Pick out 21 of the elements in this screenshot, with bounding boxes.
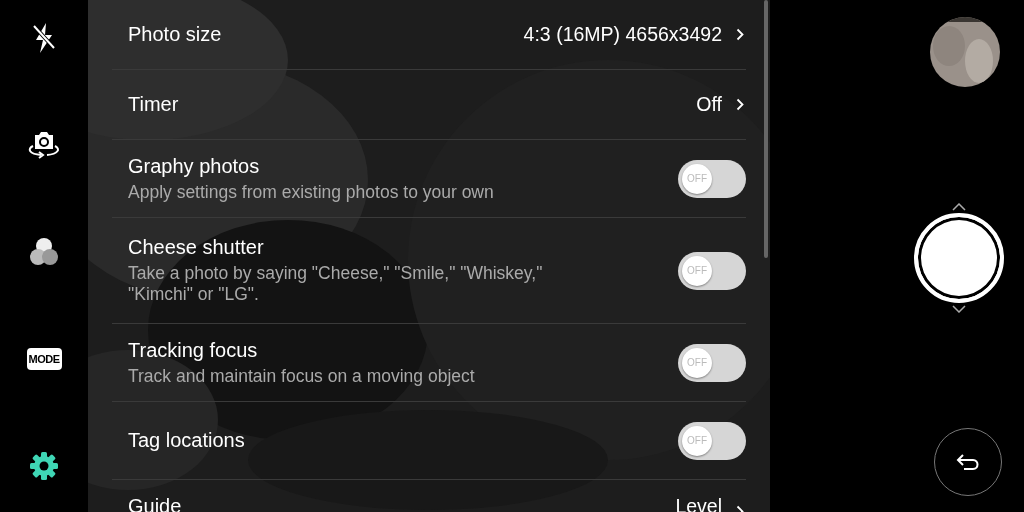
setting-title: Cheese shutter [128,236,265,259]
setting-title: Tag locations [128,429,246,452]
flash-off-icon[interactable] [31,22,57,54]
chevron-down-icon [952,305,966,313]
chevron-right-icon[interactable] [736,98,744,111]
chevron-right-icon[interactable] [736,28,744,41]
chevron-up-icon [952,203,966,211]
setting-description: Take a photo by saying "Cheese," "Smile," "Whiskey," "Kimchi" or "LG". [128,263,544,305]
setting-title: Timer [128,93,180,116]
setting-description: Apply settings from existing photos to your own [128,181,495,203]
settings-icon[interactable] [29,451,59,481]
setting-value[interactable]: Off [696,93,722,116]
mode-button[interactable]: MODE [26,348,62,370]
setting-title: Graphy photos [128,154,261,178]
setting-description: Track and maintain focus on a moving object [128,365,476,387]
filter-icon[interactable] [28,237,60,267]
setting-title: Tracking focus [128,338,259,362]
setting-title: Photo size [128,23,223,46]
setting-value[interactable]: 4:3 (16MP) 4656x3492 [523,23,722,46]
back-arrow-icon [955,452,981,472]
camera-switch-icon[interactable] [26,129,62,161]
